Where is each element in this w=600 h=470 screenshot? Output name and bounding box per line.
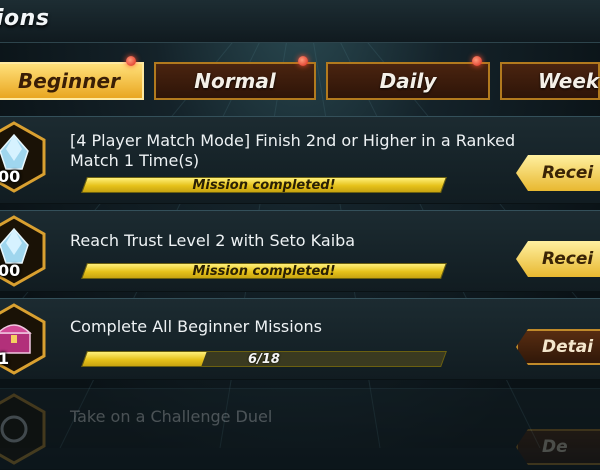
- notification-dot-icon: [126, 56, 136, 66]
- progress-label: Mission completed!: [192, 177, 336, 193]
- page-title: ions: [0, 6, 50, 31]
- progress-label: Mission completed!: [192, 263, 336, 279]
- tab-beginner[interactable]: Beginner: [0, 56, 144, 100]
- mission-list: 00 [4 Player Match Mode] Finish 2nd or H…: [0, 112, 600, 470]
- reward-count: 00: [0, 167, 21, 186]
- mission-text: Reach Trust Level 2 with Seto Kaiba: [70, 231, 356, 250]
- mission-row: 00 Reach Trust Level 2 with Seto Kaiba M…: [0, 210, 600, 292]
- details-button[interactable]: Detai: [516, 329, 600, 365]
- progress-bar: Mission completed!: [81, 177, 447, 193]
- mission-text: [4 Player Match Mode] Finish 2nd or High…: [70, 131, 516, 170]
- reward-count: 00: [0, 261, 21, 280]
- mission-row: 00 [4 Player Match Mode] Finish 2nd or H…: [0, 116, 600, 204]
- mission-text: Complete All Beginner Missions: [70, 317, 322, 336]
- receive-button[interactable]: Recei: [516, 241, 600, 277]
- mission-row: 1 Complete All Beginner Missions 6/18 De…: [0, 298, 600, 380]
- tab-label: Normal: [194, 69, 276, 93]
- receive-button[interactable]: Recei: [516, 155, 600, 191]
- tab-label: Beginner: [18, 69, 120, 93]
- reward-count: 1: [0, 349, 10, 368]
- details-button[interactable]: De: [516, 429, 600, 465]
- tab-normal[interactable]: Normal: [154, 56, 316, 100]
- tab-weekly[interactable]: Week: [500, 62, 600, 100]
- progress-bar: 6/18: [81, 351, 447, 367]
- mission-row: Take on a Challenge Duel De: [0, 388, 600, 470]
- title-bar: ions: [0, 0, 600, 43]
- mission-tabs: Beginner Normal Daily Week: [0, 56, 600, 104]
- progress-bar: Mission completed!: [81, 263, 447, 279]
- tab-label: Daily: [379, 69, 437, 93]
- progress-label: 6/18: [248, 351, 280, 367]
- medal-icon: [0, 393, 46, 465]
- tab-daily[interactable]: Daily: [326, 56, 490, 100]
- notification-dot-icon: [472, 56, 482, 66]
- tab-label: Week: [538, 69, 600, 93]
- mission-text: Take on a Challenge Duel: [70, 407, 273, 426]
- notification-dot-icon: [298, 56, 308, 66]
